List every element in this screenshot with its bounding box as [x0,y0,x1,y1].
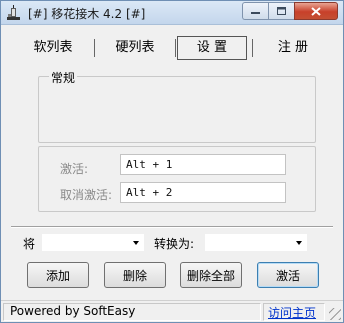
general-group-title: 常规 [49,69,78,86]
target-key-label: 转换为: [154,237,195,251]
syringe-icon [7,5,20,20]
visit-homepage-link[interactable]: 访问主页 [268,304,316,321]
maximize-icon [277,7,286,15]
tab-separator [252,39,253,57]
close-icon [311,6,321,16]
general-group: 常规 [38,69,316,143]
minimize-icon [251,12,260,14]
activate-button[interactable]: 激活 [257,262,319,288]
tab-hard-list[interactable]: 硬列表 [100,36,170,60]
delete-all-button[interactable]: 删除全部 [180,262,242,288]
tab-separator [175,39,176,57]
close-button[interactable] [294,2,338,20]
maximize-button[interactable] [268,2,294,20]
add-button[interactable]: 添加 [27,262,89,288]
delete-button[interactable]: 删除 [104,262,166,288]
deactivate-hotkey-input[interactable]: Alt + 2 [120,182,286,203]
source-key-dropdown[interactable] [41,233,145,252]
deactivate-hotkey-label: 取消激活: [60,188,113,202]
tab-separator [94,39,95,57]
resize-grip[interactable] [329,308,341,320]
chevron-down-icon [133,241,139,245]
title-bar[interactable]: [#] 移花接木 4.2 [#] [1,1,343,25]
window-title: [#] 移花接木 4.2 [#] [28,7,146,21]
tab-bar: 软列表 硬列表 设 置 注 册 [15,36,331,60]
app-window: [#] 移花接木 4.2 [#] 软列表 硬列表 设 置 注 册 常规 激活: … [0,0,344,323]
activate-hotkey-input[interactable]: Alt + 1 [120,154,286,175]
tab-settings[interactable]: 设 置 [177,36,247,60]
activate-hotkey-label: 激活: [60,162,89,176]
tab-soft-list[interactable]: 软列表 [19,36,87,60]
tab-register[interactable]: 注 册 [259,36,327,60]
window-controls [242,2,338,20]
chevron-down-icon [296,241,302,245]
minimize-button[interactable] [242,2,268,20]
source-key-label: 将 [23,237,36,251]
target-key-dropdown[interactable] [204,233,308,252]
section-divider [11,226,333,228]
status-text: Powered by SoftEasy [10,304,136,318]
